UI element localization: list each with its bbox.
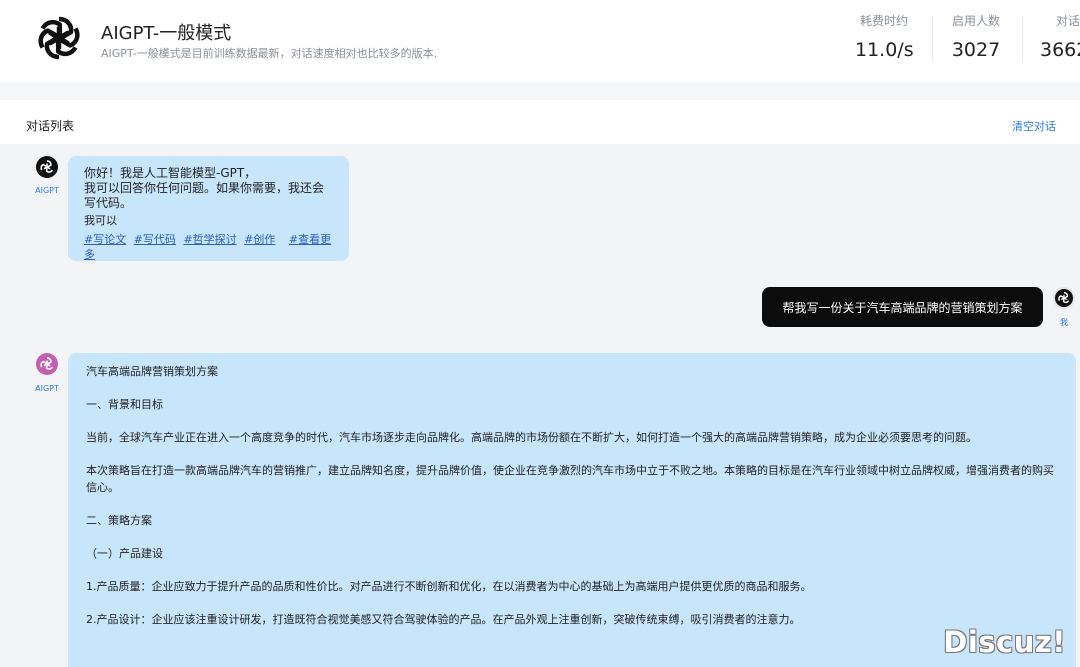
reply-paragraph: 1.产品质量：企业应致力于提升产品的品质和性价比。对产品进行不断创新和优化，在以… <box>86 580 812 593</box>
ai-avatar <box>36 353 58 375</box>
ai-reply-message: 汽车高端品牌营销策划方案 一、背景和目标 当前，全球汽车产业正在进入一个高度竞争… <box>68 353 1076 667</box>
reply-heading: 汽车高端品牌营销策划方案 <box>86 365 218 378</box>
message-line: 我可以回答你任何问题。如果你需要，我还会 <box>84 181 325 195</box>
user-avatar <box>1053 287 1075 309</box>
app-header: AIGPT-一般模式 AIGPT-一般模式是目前训练数据最新，对话速度相对也比较… <box>0 0 1080 82</box>
ai-avatar <box>36 156 58 178</box>
tag-write-code[interactable]: #写代码 <box>134 233 176 246</box>
stat-divider <box>1022 16 1023 62</box>
stat-label: 耗费时约 <box>859 14 908 28</box>
tag-creation[interactable]: #创作 <box>244 233 275 246</box>
chat-list-title: 对话列表 <box>26 119 75 133</box>
chat-panel: 对话列表 清空对话 AIGPT 你好！我是人工智能模型-GPT， 我可以回答你任… <box>0 100 1080 667</box>
message-line: 你好！我是人工智能模型-GPT， <box>84 166 257 180</box>
suggestion-tags: #写论文 #写代码 #哲学探讨 #创作 #查看更多 <box>84 232 333 262</box>
ai-welcome-message: 你好！我是人工智能模型-GPT， 我可以回答你任何问题。如果你需要，我还会 写代… <box>68 156 349 261</box>
stat-value: 3662 <box>1040 39 1080 61</box>
ai-avatar-label: AIGPT <box>35 384 59 393</box>
stat-latency: 耗费时约 11.0/s <box>855 12 914 61</box>
openai-logo-icon <box>38 16 80 60</box>
message-list[interactable]: AIGPT 你好！我是人工智能模型-GPT， 我可以回答你任何问题。如果你需要，… <box>0 144 1080 667</box>
clear-chat-button[interactable]: 清空对话 <box>1012 118 1056 134</box>
stat-divider <box>932 16 933 62</box>
stat-label: 启用人数 <box>951 14 1000 28</box>
openai-knot-icon <box>40 160 53 173</box>
stat-value: 11.0/s <box>855 39 914 61</box>
reply-subsection-title: （一）产品建设 <box>86 547 163 560</box>
reply-section-title: 二、策略方案 <box>86 514 152 527</box>
reply-paragraph: 本次策略旨在打造一款高端品牌汽车的营销推广，建立品牌知名度，提升品牌价值，使企业… <box>86 464 1054 494</box>
tag-write-paper[interactable]: #写论文 <box>84 233 126 246</box>
discuz-watermark: Discuz! <box>943 625 1066 659</box>
stat-conversations: 对话 3662 <box>1040 12 1080 61</box>
openai-knot-icon <box>40 357 53 370</box>
reply-section-title: 一、背景和目标 <box>86 398 163 411</box>
app-description: AIGPT-一般模式是目前训练数据最新，对话速度相对也比较多的版本. <box>101 47 438 60</box>
tag-philosophy[interactable]: #哲学探讨 <box>183 233 236 246</box>
stat-label: 对话 <box>1056 14 1080 28</box>
ai-avatar-label: AIGPT <box>35 186 59 195</box>
openai-knot-icon <box>1058 291 1070 304</box>
message-line: 我可以 <box>84 214 117 227</box>
reply-paragraph: 2.产品设计：企业应该注重设计研发，打造既符合视觉美感又符合驾驶体验的产品。在产… <box>86 613 801 626</box>
stat-users: 启用人数 3027 <box>946 12 1006 61</box>
app-title: AIGPT-一般模式 <box>101 23 232 44</box>
reply-paragraph: 当前，全球汽车产业正在进入一个高度竞争的时代，汽车市场逐步走向品牌化。高端品牌的… <box>86 431 977 444</box>
user-message: 帮我写一份关于汽车高端品牌的营销策划方案 <box>762 287 1043 327</box>
stat-value: 3027 <box>951 39 1001 61</box>
message-line: 写代码。 <box>84 196 133 210</box>
user-avatar-label: 我 <box>1060 318 1068 327</box>
